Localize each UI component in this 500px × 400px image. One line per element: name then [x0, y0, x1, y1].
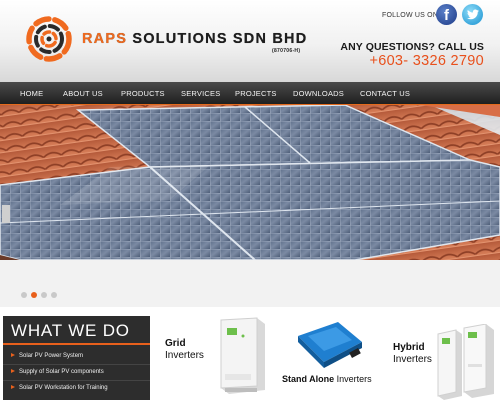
grid-inverters-card[interactable]: Grid Inverters	[158, 312, 273, 400]
what-we-do-rule	[3, 343, 150, 345]
nav-projects[interactable]: PROJECTS	[235, 89, 277, 98]
slider-dot-2[interactable]	[31, 292, 37, 298]
hybrid-inverters-card[interactable]: Hybrid Inverters	[388, 312, 500, 400]
what-we-do-item[interactable]: Solar PV Power System	[11, 353, 83, 359]
main-nav: HOME ABOUT US PRODUCTS SERVICES PROJECTS…	[0, 82, 500, 104]
site-header: RAPS SOLUTIONS SDN BHD (870706-H) FOLLOW…	[0, 0, 500, 82]
stand-alone-title: Stand Alone Inverters	[282, 374, 372, 384]
phone-number[interactable]: +603- 3326 2790	[369, 53, 484, 69]
nav-about-us[interactable]: ABOUT US	[63, 89, 103, 98]
nav-home[interactable]: HOME	[20, 89, 43, 98]
nav-services[interactable]: SERVICES	[181, 89, 220, 98]
slider-dot-3[interactable]	[41, 292, 47, 298]
brand-name[interactable]: RAPS SOLUTIONS SDN BHD	[82, 31, 307, 47]
what-we-do-panel: WHAT WE DO Solar PV Power System Supply …	[3, 316, 150, 400]
hybrid-label: Hybrid	[393, 342, 425, 353]
facebook-icon[interactable]: f	[436, 4, 457, 25]
slider-dot-4[interactable]	[51, 292, 57, 298]
stand-alone-inverter-image	[298, 322, 362, 368]
brand-name-rest: SOLUTIONS SDN BHD	[127, 31, 308, 47]
slider-dot-1[interactable]	[21, 292, 27, 298]
what-we-do-item[interactable]: Supply of Solar PV components	[11, 369, 104, 375]
nav-products[interactable]: PRODUCTS	[121, 89, 165, 98]
bullet-arrow-icon	[11, 385, 15, 390]
divider	[3, 364, 150, 365]
hybrid-inverter-image	[437, 324, 494, 400]
what-we-do-item[interactable]: Solar PV Workstation for Training	[11, 385, 108, 391]
twitter-icon[interactable]	[462, 4, 483, 25]
hybrid-inverters-title: Hybrid Inverters	[393, 342, 432, 365]
inverters-label: Inverters	[165, 350, 204, 361]
nav-downloads[interactable]: DOWNLOADS	[293, 89, 344, 98]
stand-alone-inverters-card[interactable]: Stand Alone Inverters	[278, 312, 386, 400]
stand-alone-label: Stand Alone	[282, 374, 335, 384]
slider-pagination	[21, 292, 57, 298]
grid-inverter-image	[220, 317, 265, 394]
hero-slider[interactable]	[0, 105, 500, 260]
solar-roof-image	[0, 105, 500, 260]
what-we-do-item-label: Supply of Solar PV components	[19, 369, 104, 375]
what-we-do-item-label: Solar PV Power System	[19, 353, 84, 359]
divider	[3, 380, 150, 381]
grid-label: Grid	[165, 338, 186, 349]
inverters-label: Inverters	[393, 354, 432, 365]
any-questions-text: ANY QUESTIONS? CALL US	[340, 41, 484, 53]
grid-inverters-title: Grid Inverters	[165, 338, 204, 361]
what-we-do-title: WHAT WE DO	[11, 321, 130, 340]
brand-name-accent: RAPS	[82, 31, 128, 47]
slider-caption-area	[0, 260, 500, 307]
follow-us-label: FOLLOW US ON :	[382, 12, 443, 19]
bullet-arrow-icon	[11, 353, 15, 358]
what-we-do-item-label: Solar PV Workstation for Training	[19, 385, 108, 391]
brand-registration: (870706-H)	[272, 48, 301, 54]
bullet-arrow-icon	[11, 369, 15, 374]
nav-contact-us[interactable]: CONTACT US	[360, 89, 410, 98]
logo-swirl-icon[interactable]	[24, 14, 74, 64]
inverters-label: Inverters	[334, 374, 372, 384]
